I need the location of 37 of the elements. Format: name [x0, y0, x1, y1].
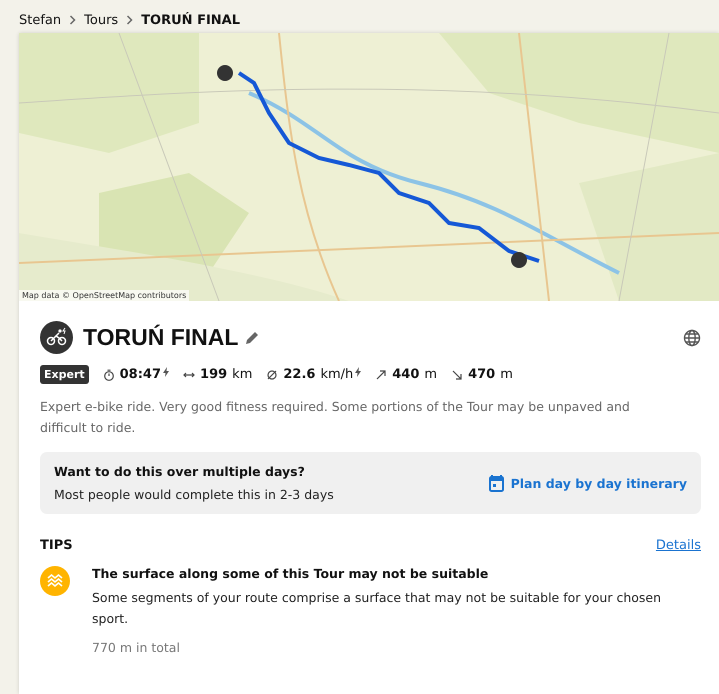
stat-unit: m [500, 367, 513, 382]
e-bike-icon [40, 321, 73, 354]
breadcrumb-current: TORUŃ FINAL [141, 12, 240, 28]
stat-unit: m [424, 367, 438, 382]
multiday-hint: Most people would complete this in 2-3 days [54, 487, 334, 502]
globe-icon[interactable] [683, 328, 701, 346]
tip-title: The surface along some of this Tour may not be suitable [92, 566, 490, 581]
average-icon [266, 368, 278, 380]
plan-itinerary-button[interactable]: Plan day by day itinerary [488, 474, 687, 492]
arrow-up-right-icon [375, 368, 388, 380]
tour-description: Expert e-bike ride. Very good fitness required. Some portions of the Tour may be unpaved and difficult to ride. [40, 398, 631, 437]
chevron-right-icon [69, 15, 76, 25]
details-link[interactable]: Details [656, 538, 701, 553]
tour-title: TORUŃ FINAL [83, 324, 238, 351]
surface-warning-icon [40, 566, 70, 596]
chevron-right-icon [126, 15, 134, 25]
multiday-question: Want to do this over multiple days? [54, 464, 306, 479]
map-attribution: Map data © OpenStreetMap contributors [19, 290, 190, 301]
bolt-icon [355, 367, 362, 377]
stopwatch-icon [102, 368, 115, 380]
stat-unit: km [232, 367, 252, 382]
breadcrumb-link[interactable]: Stefan [19, 12, 62, 28]
stat-value: 199 [200, 367, 228, 382]
stat-value: 440 [392, 367, 420, 382]
pencil-icon[interactable] [244, 330, 260, 346]
bolt-icon [163, 367, 170, 377]
calendar-icon [488, 474, 504, 492]
stat-value: 08:47 [120, 367, 162, 382]
tips-heading: TIPS [40, 538, 73, 553]
breadcrumb-link[interactable]: Tours [84, 12, 118, 28]
tip-amount: 770 m in total [92, 640, 181, 655]
stat-value: 470 [468, 367, 496, 382]
stat-unit: km/h [320, 367, 354, 382]
arrow-down-right-icon [451, 368, 464, 380]
difficulty-badge: Expert [40, 365, 89, 384]
stat-value: 22.6 [283, 367, 316, 382]
tip-text: Some segments of your route comprise a surface that may not be suitable for your chosen sport. [92, 589, 662, 628]
